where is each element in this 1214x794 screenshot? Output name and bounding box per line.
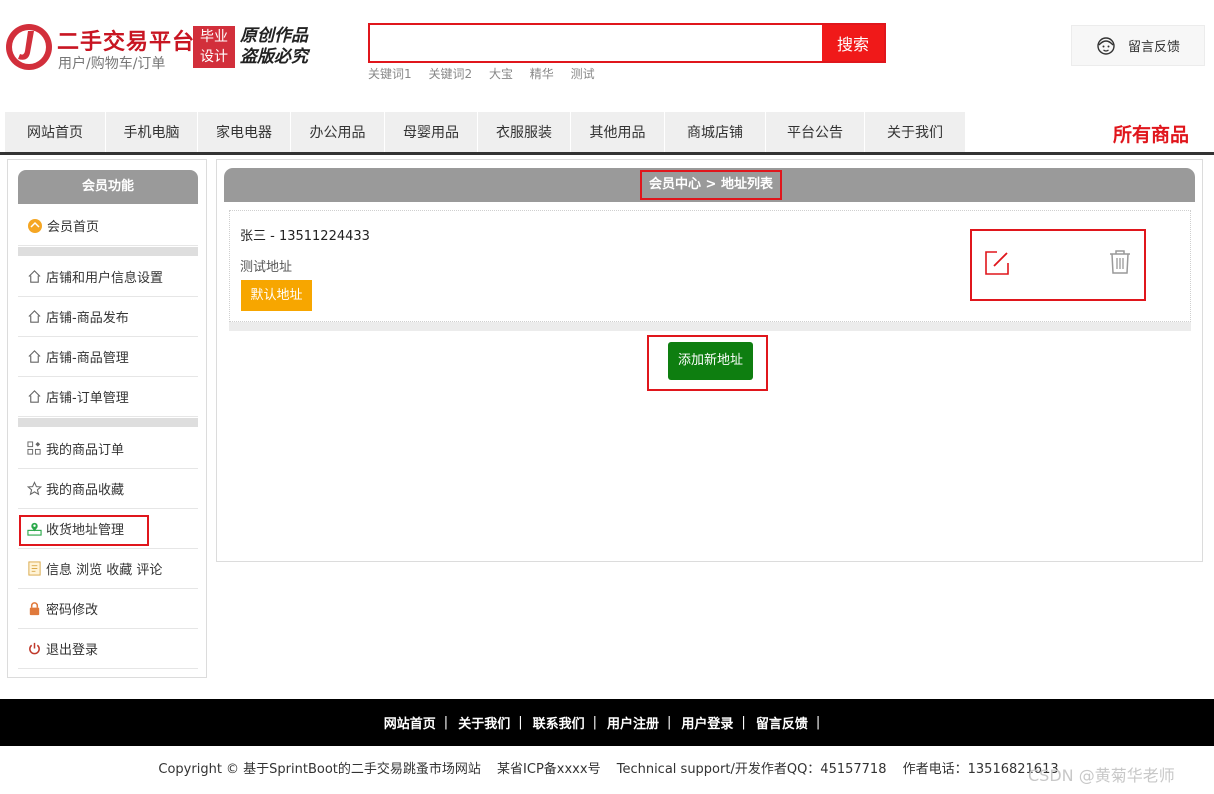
- panel-header: 会员中心 > 地址列表: [224, 168, 1195, 202]
- footer-link-about[interactable]: 关于我们: [458, 713, 510, 732]
- feedback-label: 留言反馈: [1128, 40, 1181, 55]
- sidebar-item-shop-settings[interactable]: 店铺和用户信息设置: [18, 257, 198, 297]
- footer-link-login[interactable]: 用户登录: [681, 713, 733, 732]
- member-sidebar: 会员功能 会员首页 店铺和用户信息设置 店铺-商品发布 店铺-商品管理 店铺-订…: [7, 159, 207, 678]
- sidebar-item-change-password[interactable]: 密码修改: [18, 589, 198, 629]
- sidebar-item-logout[interactable]: 退出登录: [18, 629, 198, 669]
- search-button[interactable]: 搜索: [822, 25, 884, 61]
- sidebar-item-label: 密码修改: [46, 603, 99, 618]
- site-logo: [6, 24, 52, 70]
- sidebar-item-label: 店铺-商品发布: [46, 311, 129, 326]
- nav-item-notice[interactable]: 平台公告: [766, 112, 865, 152]
- slogan: 原创作品 盗版必究: [240, 26, 308, 68]
- sidebar-item-label: 信息 浏览 收藏 评论: [46, 563, 163, 578]
- footer-link-register[interactable]: 用户注册: [607, 713, 659, 732]
- keyword-link[interactable]: 关键词1: [368, 67, 412, 81]
- search-input[interactable]: [370, 25, 822, 61]
- nav-item-other[interactable]: 其他用品: [571, 112, 665, 152]
- nav-item-phones[interactable]: 手机电脑: [106, 112, 198, 152]
- slogan-line-1: 原创作品: [240, 26, 308, 46]
- address-detail: 测试地址: [240, 260, 293, 275]
- default-address-badge[interactable]: 默认地址: [241, 280, 312, 311]
- nav-item-home[interactable]: 网站首页: [5, 112, 106, 152]
- sidebar-item-label: 我的商品收藏: [46, 483, 125, 498]
- nav-item-office[interactable]: 办公用品: [291, 112, 385, 152]
- nav-item-about[interactable]: 关于我们: [865, 112, 966, 152]
- sidebar-item-label: 退出登录: [46, 643, 99, 658]
- star-icon: [27, 481, 42, 496]
- site-subtitle: 用户/购物车/订单: [58, 56, 166, 72]
- footer-separator: |: [741, 715, 746, 730]
- active-item-highlight: [19, 515, 149, 546]
- nav-item-clothing[interactable]: 衣服服装: [478, 112, 571, 152]
- footer-separator: |: [815, 715, 821, 730]
- sidebar-separator: [18, 418, 198, 427]
- sidebar-item-label: 店铺-商品管理: [46, 351, 129, 366]
- sidebar-item-label: 店铺和用户信息设置: [46, 271, 164, 286]
- support-agent-icon: [1097, 36, 1115, 55]
- sidebar-item-messages[interactable]: 信息 浏览 收藏 评论: [18, 549, 198, 589]
- sidebar-item-label: 我的商品订单: [46, 443, 125, 458]
- sidebar-item-my-orders[interactable]: 我的商品订单: [18, 429, 198, 469]
- slogan-line-2: 盗版必究: [240, 47, 308, 67]
- grid-apps-icon: [27, 441, 41, 455]
- breadcrumb: 会员中心 > 地址列表: [640, 170, 782, 200]
- graduation-badge: 毕业 设计: [193, 26, 235, 68]
- add-address-highlight: 添加新地址: [647, 335, 768, 391]
- keyword-link[interactable]: 关键词2: [428, 67, 472, 81]
- keyword-link[interactable]: 大宝: [489, 67, 513, 81]
- house-icon: [28, 390, 41, 403]
- sidebar-item-label: 会员首页: [47, 220, 100, 235]
- sidebar-item-manage-orders[interactable]: 店铺-订单管理: [18, 377, 198, 417]
- icp-text: 某省ICP备xxxx号: [497, 762, 601, 777]
- address-name-phone: 张三 - 13511224433: [240, 229, 370, 244]
- sidebar-item-manage-goods[interactable]: 店铺-商品管理: [18, 337, 198, 377]
- card-footer-bar: [229, 322, 1191, 331]
- footer-separator: |: [667, 715, 672, 730]
- sidebar-separator: [18, 247, 198, 256]
- lock-icon: [29, 602, 40, 616]
- footer-link-contact[interactable]: 联系我们: [533, 713, 585, 732]
- badge-line-2: 设计: [200, 49, 228, 65]
- address-panel: 会员中心 > 地址列表 张三 - 13511224433 测试地址 默认地址 添…: [216, 159, 1203, 562]
- document-icon: [28, 561, 41, 576]
- footer-link-feedback[interactable]: 留言反馈: [756, 713, 808, 732]
- hot-keywords: 关键词1 关键词2 大宝 精华 测试: [368, 65, 608, 82]
- house-icon: [28, 350, 41, 363]
- address-actions: [970, 229, 1146, 301]
- footer-separator: |: [518, 715, 523, 730]
- footer-separator: |: [592, 715, 597, 730]
- main-nav: 网站首页 手机电脑 家电电器 办公用品 母婴用品 衣服服装 其他用品 商城店铺 …: [5, 112, 966, 152]
- feedback-button[interactable]: 留言反馈: [1071, 25, 1205, 66]
- home-badge-icon: [28, 218, 42, 233]
- keyword-link[interactable]: 测试: [571, 67, 595, 81]
- keyword-link[interactable]: 精华: [530, 67, 554, 81]
- add-address-button[interactable]: 添加新地址: [668, 342, 753, 380]
- footer-separator: |: [443, 715, 449, 730]
- copyright-text: Copyright © 基于SprintBoot的二手交易跳蚤市场网站: [158, 762, 481, 777]
- power-icon: [29, 642, 40, 655]
- sidebar-item-member-home[interactable]: 会员首页: [18, 206, 198, 246]
- nav-item-appliances[interactable]: 家电电器: [198, 112, 291, 152]
- site-title: 二手交易平台: [57, 30, 196, 55]
- search-bar: 搜索: [368, 23, 886, 63]
- footer-links: 网站首页 | 关于我们 | 联系我们 | 用户注册 | 用户登录 | 留言反馈 |: [0, 699, 1214, 746]
- address-card: 张三 - 13511224433 测试地址 默认地址: [229, 210, 1191, 322]
- support-text: Technical support/开发作者QQ：45157718: [616, 762, 887, 777]
- sidebar-header: 会员功能: [18, 170, 198, 204]
- all-goods-link[interactable]: 所有商品: [1113, 120, 1189, 147]
- sidebar-item-favorites[interactable]: 我的商品收藏: [18, 469, 198, 509]
- house-icon: [28, 310, 41, 323]
- badge-line-1: 毕业: [200, 29, 228, 45]
- edit-icon[interactable]: [983, 249, 1011, 277]
- nav-item-shops[interactable]: 商城店铺: [665, 112, 766, 152]
- sidebar-item-label: 店铺-订单管理: [46, 391, 129, 406]
- sidebar-item-publish-goods[interactable]: 店铺-商品发布: [18, 297, 198, 337]
- trash-icon[interactable]: [1108, 249, 1132, 275]
- csdn-watermark: CSDN @黄菊华老师: [1028, 766, 1175, 785]
- nav-item-baby[interactable]: 母婴用品: [385, 112, 478, 152]
- nav-divider: [0, 152, 1214, 155]
- footer-link-home[interactable]: 网站首页: [384, 713, 436, 732]
- house-icon: [28, 270, 41, 283]
